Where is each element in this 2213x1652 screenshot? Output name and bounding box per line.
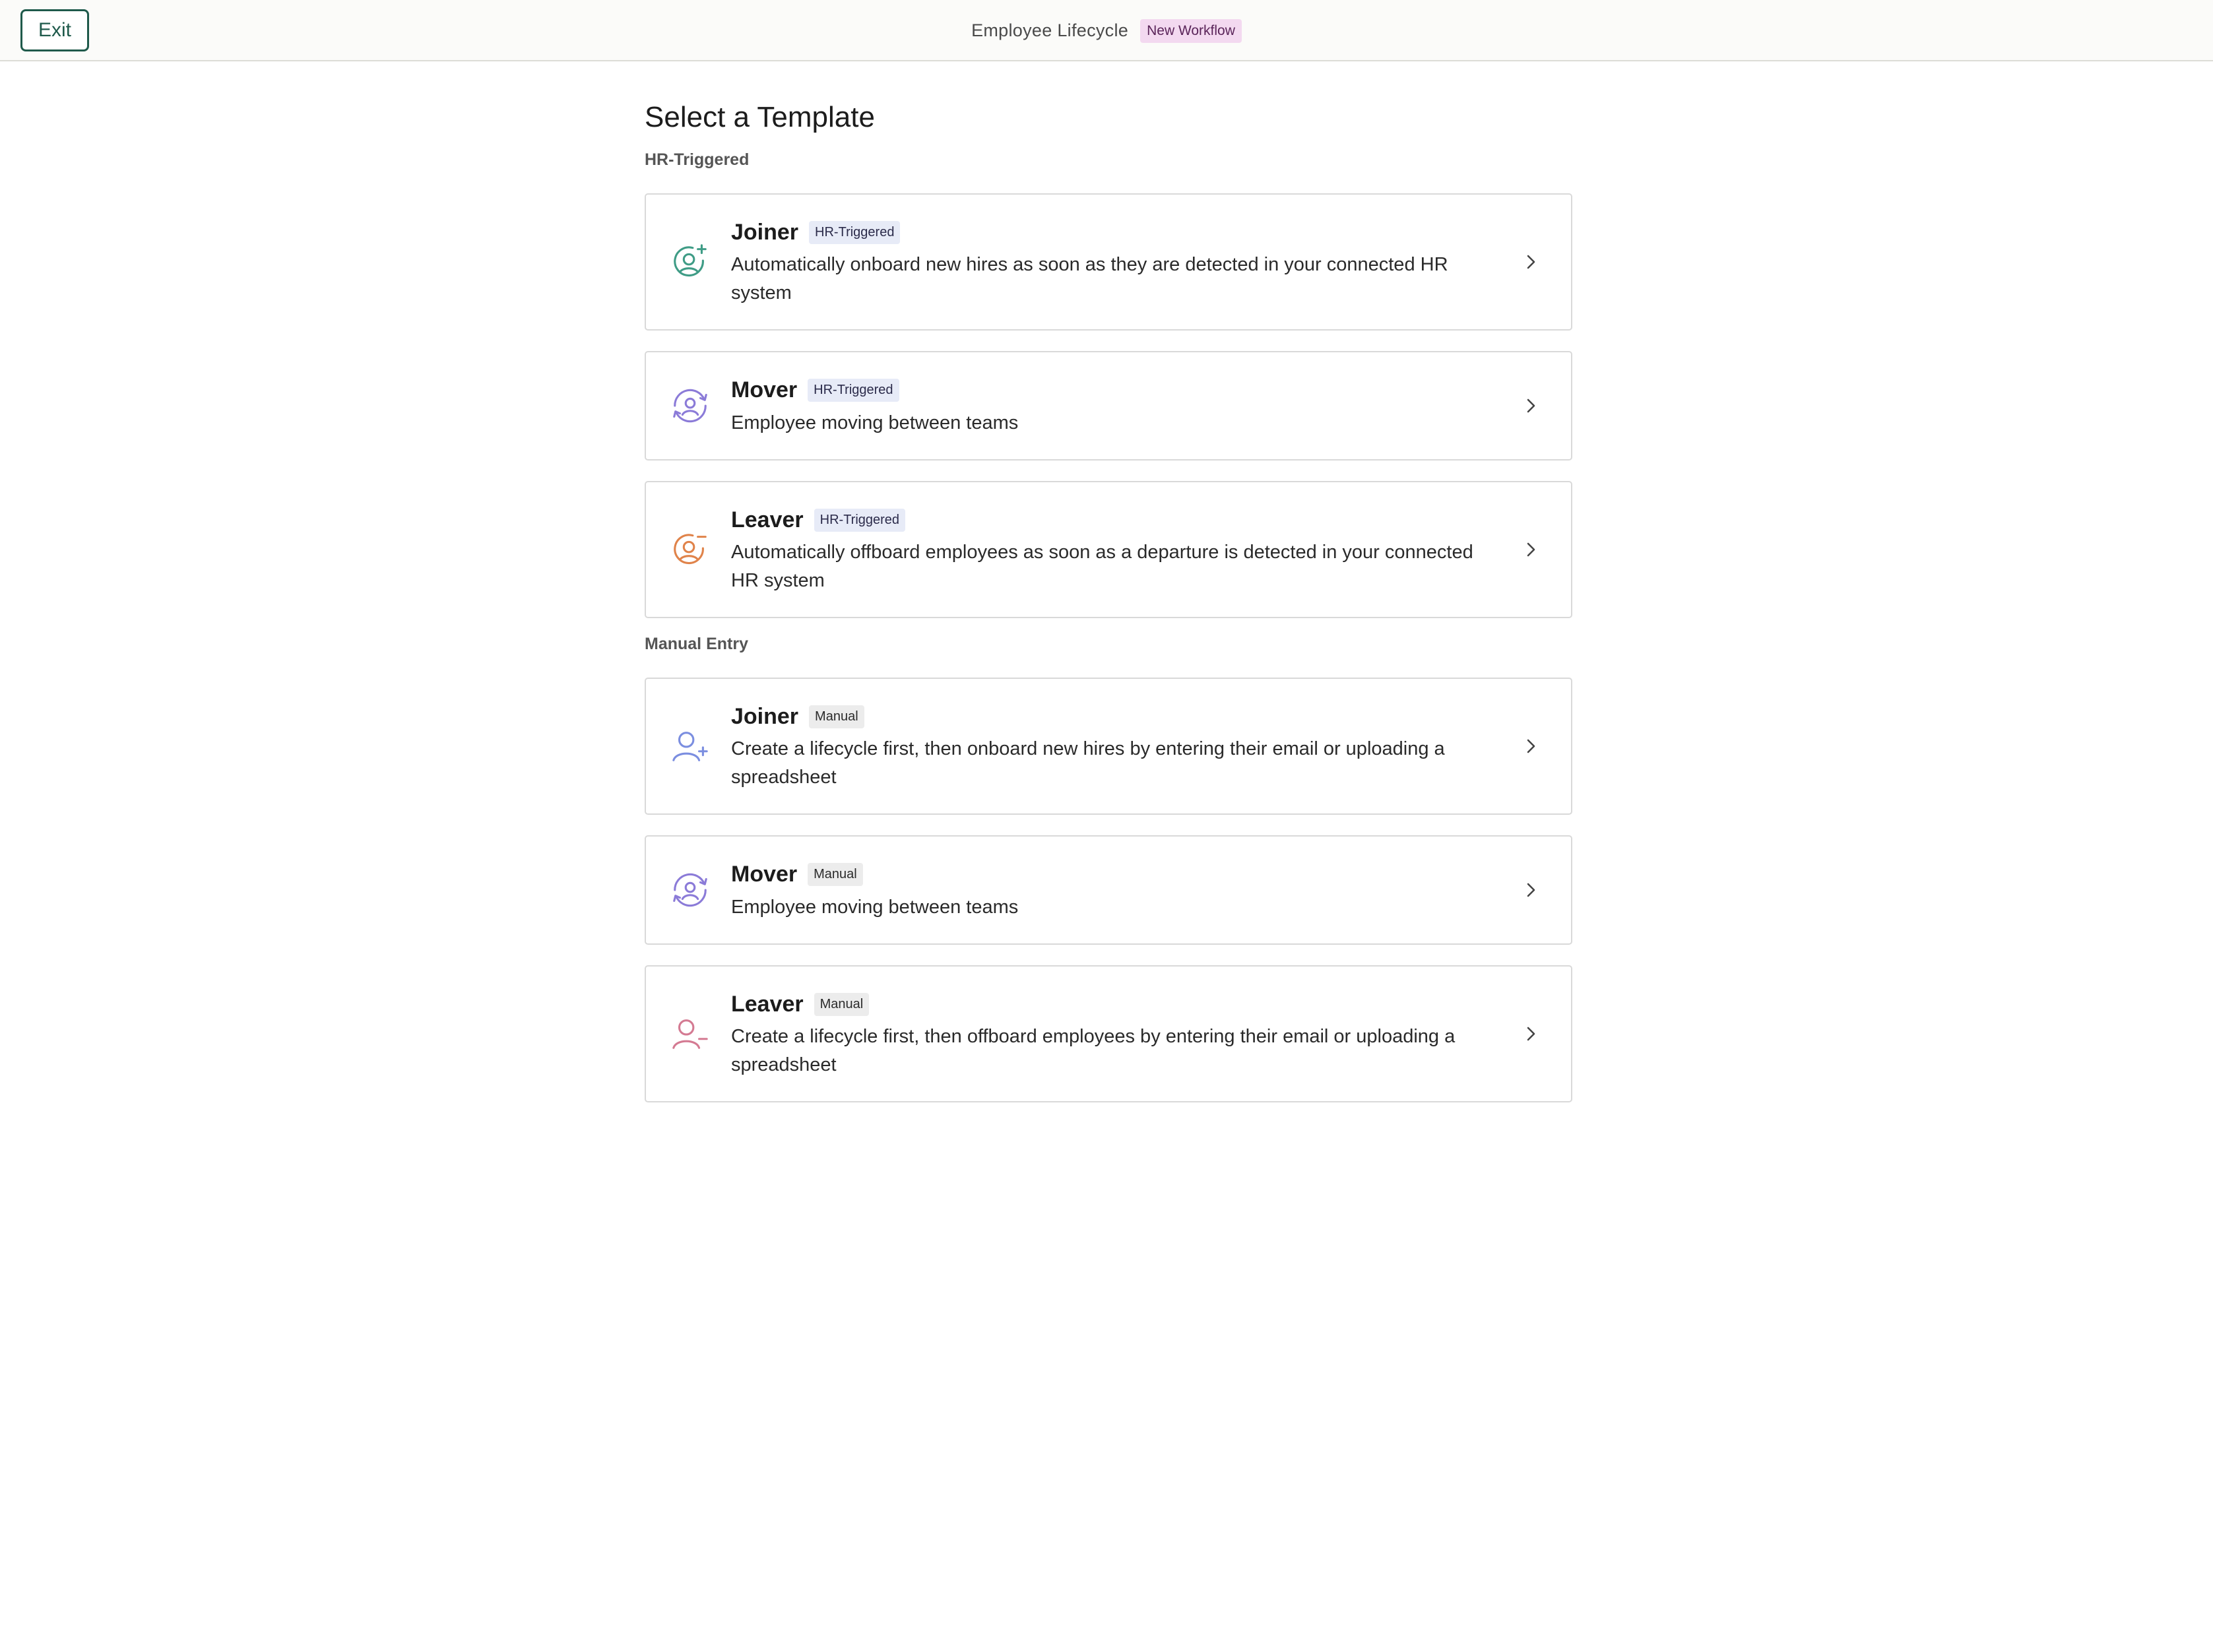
template-card-hr-joiner[interactable]: Joiner HR-Triggered Automatically onboar… [645, 193, 1572, 331]
top-bar: Exit Employee Lifecycle New Workflow [0, 0, 2213, 61]
template-card-hr-leaver[interactable]: Leaver HR-Triggered Automatically offboa… [645, 481, 1572, 618]
card-description: Employee moving between teams [731, 896, 1019, 918]
card-description: Automatically onboard new hires as soon … [731, 254, 1448, 303]
trigger-tag: Manual [814, 992, 870, 1016]
workflow-badge: New Workflow [1140, 18, 1242, 43]
template-card-hr-mover[interactable]: Mover HR-Triggered Employee moving betwe… [645, 351, 1572, 461]
card-body: Joiner Manual Create a lifecycle first, … [731, 679, 1477, 813]
card-body: Mover HR-Triggered Employee moving betwe… [731, 352, 1477, 459]
card-title: Leaver [731, 507, 804, 532]
card-title: Joiner [731, 219, 799, 245]
user-add-circle-icon [670, 241, 711, 282]
app-title: Employee Lifecycle [971, 20, 1129, 40]
card-description: Create a lifecycle first, then onboard n… [731, 738, 1445, 788]
template-selection: Select a Template HR-Triggered Joiner HR… [645, 61, 1572, 1102]
header-title-group: Employee Lifecycle New Workflow [0, 0, 2213, 61]
card-body: Leaver HR-Triggered Automatically offboa… [731, 482, 1477, 617]
card-title: Leaver [731, 991, 804, 1017]
chevron-right-icon [1521, 252, 1541, 272]
chevron-right-icon [1521, 1024, 1541, 1044]
trigger-tag: HR-Triggered [809, 220, 901, 244]
template-card-manual-mover[interactable]: Mover Manual Employee moving between tea… [645, 835, 1572, 945]
card-title: Mover [731, 377, 798, 402]
card-title: Joiner [731, 703, 799, 729]
card-title: Mover [731, 862, 798, 887]
trigger-tag: Manual [808, 863, 863, 886]
trigger-tag: HR-Triggered [814, 508, 906, 532]
chevron-right-icon [1521, 880, 1541, 900]
user-plus-icon [670, 726, 711, 767]
user-minus-icon [670, 1013, 711, 1054]
user-move-icon [670, 385, 711, 426]
card-body: Joiner HR-Triggered Automatically onboar… [731, 195, 1477, 329]
trigger-tag: Manual [809, 705, 864, 728]
card-body: Mover Manual Employee moving between tea… [731, 837, 1477, 943]
template-card-manual-joiner[interactable]: Joiner Manual Create a lifecycle first, … [645, 678, 1572, 815]
template-card-manual-leaver[interactable]: Leaver Manual Create a lifecycle first, … [645, 965, 1572, 1102]
page-title: Select a Template [645, 101, 875, 133]
section-label-manual-entry: Manual Entry [645, 635, 748, 653]
card-description: Employee moving between teams [731, 412, 1019, 433]
section-label-hr-triggered: HR-Triggered [645, 150, 750, 169]
user-remove-circle-icon [670, 529, 711, 570]
chevron-right-icon [1521, 736, 1541, 756]
card-description: Create a lifecycle first, then offboard … [731, 1026, 1456, 1075]
user-move-icon [670, 870, 711, 910]
card-body: Leaver Manual Create a lifecycle first, … [731, 967, 1477, 1101]
trigger-tag: HR-Triggered [808, 379, 899, 402]
chevron-right-icon [1521, 396, 1541, 416]
card-description: Automatically offboard employees as soon… [731, 542, 1473, 591]
chevron-right-icon [1521, 540, 1541, 559]
